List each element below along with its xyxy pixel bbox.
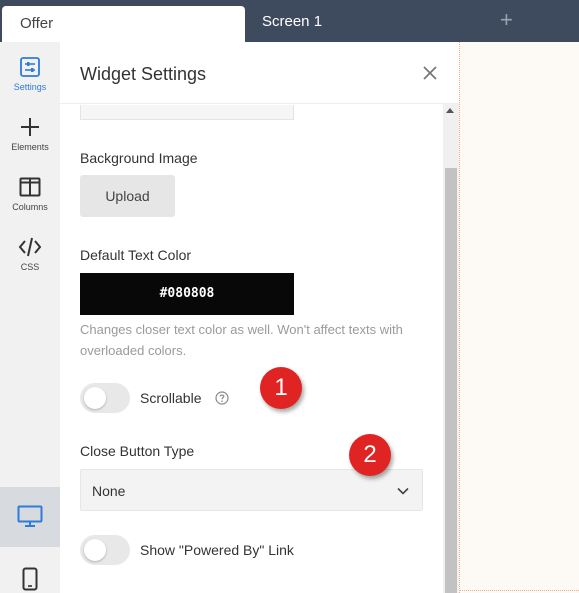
powered-by-label: Show "Powered By" Link [140,542,294,558]
rail-label-elements: Elements [11,142,49,152]
previous-field-input[interactable] [80,105,294,120]
panel-scrollbar[interactable] [443,104,459,593]
rail-item-columns[interactable]: Columns [0,176,60,212]
upload-button[interactable]: Upload [80,175,175,217]
widget-settings-panel: Widget Settings Background Image Upload … [60,42,459,593]
help-icon[interactable] [215,391,229,405]
columns-icon [19,177,41,197]
plus-icon [21,118,39,136]
rail-item-elements[interactable]: Elements [0,116,60,152]
default-text-color-swatch[interactable]: #080808 [80,273,294,315]
settings-sliders-icon [20,57,40,77]
device-mobile-button[interactable] [0,557,60,593]
rail-item-css[interactable]: CSS [0,236,60,272]
powered-by-toggle[interactable] [80,535,130,565]
text-color-hint: Changes closer text color as well. Won't… [80,322,403,358]
rail-item-settings[interactable]: Settings [0,56,60,92]
tab-screen-1[interactable]: Screen 1 [262,13,322,30]
powered-by-toggle-knob [84,539,106,561]
chevron-down-icon [397,487,409,495]
widget-canvas[interactable] [459,42,579,593]
tab-offer-label: Offer [20,15,54,32]
rail-label-columns: Columns [12,202,48,212]
left-rail: Settings Elements Columns CSS [0,42,60,593]
mobile-icon [22,567,38,591]
canvas-guide-vertical [459,42,460,593]
default-text-color-label: Default Text Color [80,247,192,263]
desktop-icon [17,505,43,527]
background-image-label: Background Image [80,150,198,166]
scrollable-label: Scrollable [140,390,202,406]
scroll-up-arrow-icon[interactable] [446,108,454,113]
rail-label-css: CSS [20,262,40,272]
rail-label-settings: Settings [13,82,47,92]
scrollbar-thumb[interactable] [445,168,457,593]
panel-title: Widget Settings [80,64,207,84]
add-tab-icon[interactable]: + [500,6,513,34]
tab-offer[interactable]: Offer [2,6,245,42]
annotation-badge-1: 1 [260,367,302,409]
canvas-guide-horizontal [459,590,579,591]
close-button-type-label: Close Button Type [80,443,195,459]
code-icon [18,237,42,257]
close-button-type-value: None [92,483,126,499]
panel-content: Background Image Upload Default Text Col… [60,105,443,593]
tab-bar: Offer Screen 1 + [0,0,579,42]
scrollable-toggle[interactable] [80,383,130,413]
panel-header: Widget Settings [60,42,459,104]
device-desktop-button[interactable] [0,487,60,547]
annotation-badge-2: 2 [349,434,391,476]
close-icon[interactable] [421,64,439,82]
scrollable-toggle-knob [84,387,106,409]
